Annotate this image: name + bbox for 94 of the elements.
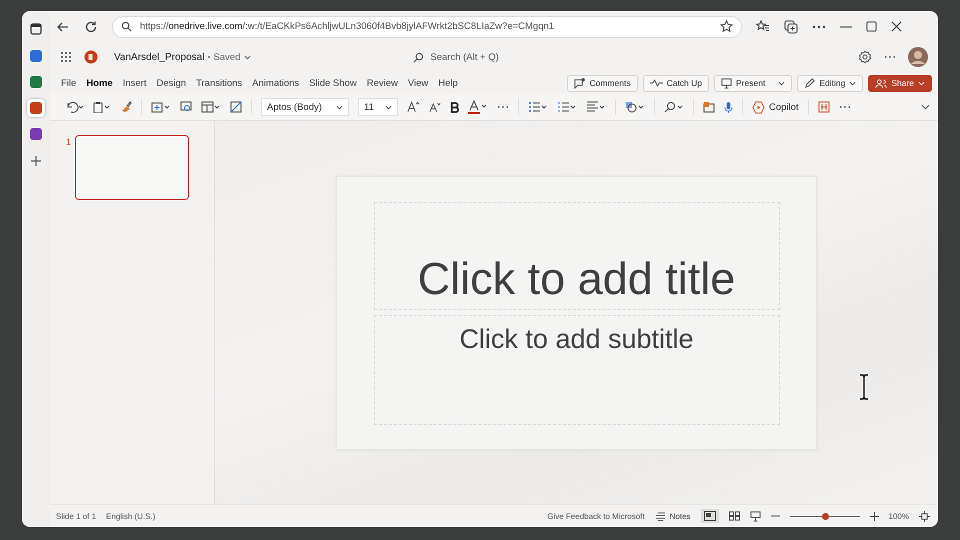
save-status[interactable]: Saved	[213, 52, 240, 62]
layout-icon[interactable]	[201, 101, 221, 113]
zoom-level[interactable]: 100%	[888, 512, 909, 520]
catch-up-button[interactable]: Catch Up	[642, 74, 710, 92]
title-placeholder[interactable]: Click to add title	[374, 202, 780, 310]
shapes-icon[interactable]	[625, 101, 645, 113]
settings-icon[interactable]	[858, 50, 872, 64]
ribbon-tab[interactable]: Animations	[247, 76, 304, 90]
slide-thumbnail[interactable]	[75, 135, 190, 200]
fit-to-window-icon[interactable]	[919, 510, 930, 522]
ribbon-tab[interactable]: Transitions	[191, 76, 248, 90]
copilot-icon	[752, 100, 765, 114]
favorites-icon[interactable]	[756, 20, 770, 34]
paste-icon[interactable]	[93, 101, 111, 113]
zoom-in-button[interactable]	[870, 512, 879, 520]
text-cursor-icon	[859, 374, 869, 400]
app-launcher-icon[interactable]	[60, 51, 72, 63]
numbering-icon[interactable]	[557, 101, 577, 113]
tabs-icon[interactable]	[30, 23, 42, 35]
search-field[interactable]: Search (Alt + Q)	[413, 52, 530, 62]
share-button[interactable]: Share	[868, 74, 932, 92]
presenter-icon[interactable]	[750, 510, 761, 522]
subtitle-placeholder[interactable]: Click to add subtitle	[374, 314, 780, 424]
editing-mode-button[interactable]: Editing	[797, 74, 864, 92]
ribbon-tab[interactable]: Design	[151, 76, 192, 90]
search-icon	[413, 52, 424, 62]
more-icon[interactable]	[812, 24, 826, 28]
comment-icon	[574, 78, 586, 88]
add-ins-icon[interactable]	[818, 101, 830, 113]
slide-count: Slide 1 of 1	[56, 512, 96, 520]
chevron-down-icon	[778, 80, 786, 86]
normal-view-icon[interactable]	[700, 509, 719, 523]
new-slide-icon[interactable]	[151, 101, 171, 113]
undo-icon[interactable]	[66, 101, 84, 113]
more-icon[interactable]	[884, 55, 896, 59]
font-size-dropdown[interactable]: 11	[358, 98, 398, 116]
collections-icon[interactable]	[784, 20, 798, 34]
ribbon-tab[interactable]: Review	[362, 76, 403, 90]
people-icon	[875, 78, 888, 88]
ribbon-tab[interactable]: Slide Show	[304, 76, 362, 90]
ribbon-tab[interactable]: Home	[81, 76, 118, 90]
chevron-down-icon[interactable]	[244, 54, 252, 60]
chevron-down-icon	[385, 104, 392, 110]
more-icon[interactable]	[497, 105, 509, 109]
add-icon[interactable]	[30, 155, 42, 167]
feedback-link[interactable]: Give Feedback to Microsoft	[547, 512, 645, 520]
ribbon-tab[interactable]: View	[402, 76, 434, 90]
chevron-down-icon	[336, 104, 343, 110]
presentation-app-icon	[84, 50, 98, 64]
close-icon[interactable]	[891, 21, 902, 32]
pulse-icon	[650, 79, 663, 87]
notes-icon	[654, 512, 666, 520]
ribbon-tab[interactable]: Help	[433, 76, 463, 90]
font-color-icon[interactable]	[468, 100, 488, 114]
slide-number: 1	[66, 137, 72, 147]
present-button[interactable]: Present	[714, 74, 792, 92]
zoom-slider-thumb[interactable]	[822, 512, 829, 520]
align-icon[interactable]	[586, 101, 606, 113]
pencil-icon	[804, 78, 816, 88]
decrease-font-icon[interactable]	[429, 102, 441, 112]
separator-dot-icon	[208, 56, 210, 58]
search-icon[interactable]	[664, 101, 684, 113]
app-icon[interactable]	[27, 73, 45, 91]
copilot-button[interactable]: Copilot	[752, 100, 799, 114]
ribbon-tab[interactable]: File	[56, 76, 82, 90]
bold-icon[interactable]	[450, 102, 459, 112]
address-bar[interactable]: https://onedrive.live.com/:w:/t/EaCKkPs6AchljwULn3060f4Bvb8jylAFWrkt2bSC8LIaZw?e=CMgqn1	[112, 16, 742, 38]
avatar[interactable]	[908, 47, 928, 67]
more-icon[interactable]	[838, 105, 851, 109]
app-icon[interactable]	[27, 125, 45, 143]
maximize-icon[interactable]	[866, 21, 877, 32]
bullets-icon[interactable]	[528, 101, 548, 113]
comments-button[interactable]: Comments	[567, 74, 638, 92]
chevron-down-icon	[849, 80, 856, 86]
presenter-icon	[721, 78, 732, 88]
minimize-icon[interactable]	[840, 26, 852, 28]
chevron-down-icon[interactable]	[921, 104, 930, 110]
font-dropdown[interactable]: Aptos (Body)	[261, 98, 349, 116]
ribbon-tab[interactable]: Insert	[118, 76, 152, 90]
microphone-icon[interactable]	[724, 100, 733, 114]
file-name[interactable]: VanArsdel_Proposal	[114, 52, 204, 62]
back-icon[interactable]	[56, 20, 70, 34]
reuse-slides-icon[interactable]	[180, 101, 192, 113]
slide-sorter-icon[interactable]	[728, 511, 740, 521]
refresh-icon[interactable]	[84, 20, 98, 34]
format-painter-icon[interactable]	[120, 101, 132, 113]
shape-fill-icon[interactable]	[230, 101, 242, 113]
language-status[interactable]: English (U.S.)	[106, 512, 156, 520]
app-icon[interactable]	[27, 47, 45, 65]
chevron-down-icon	[918, 80, 925, 86]
app-icon[interactable]	[27, 99, 45, 117]
increase-font-icon[interactable]	[407, 101, 420, 113]
designer-icon[interactable]	[703, 101, 715, 113]
notes-button[interactable]: Notes	[654, 512, 691, 520]
